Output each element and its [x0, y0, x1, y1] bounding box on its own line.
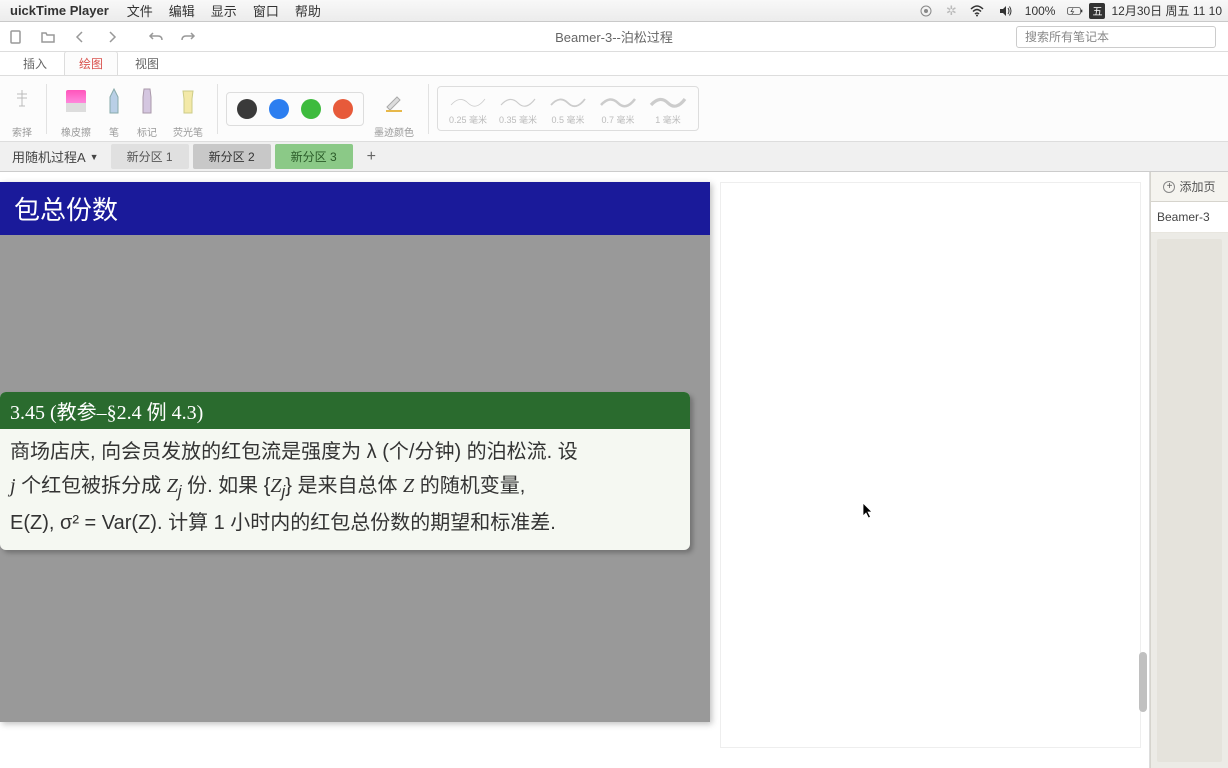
ink-color-tool[interactable]: 墨迹颜色	[368, 76, 420, 141]
input-method-icon[interactable]: 五	[1089, 3, 1105, 19]
app-toolbar: Beamer-3--泊松过程 搜索所有笔记本	[0, 22, 1228, 52]
stroke-widths: 0.25 毫米 0.35 毫米 0.5 毫米 0.7 毫米 1 毫米	[437, 86, 699, 131]
stroke-07[interactable]: 0.7 毫米	[598, 91, 638, 126]
new-icon[interactable]	[4, 25, 28, 49]
battery-icon[interactable]	[1061, 3, 1089, 19]
color-black[interactable]	[237, 99, 257, 119]
redo-icon[interactable]	[176, 25, 200, 49]
stroke-035[interactable]: 0.35 毫米	[498, 91, 538, 126]
tab-draw[interactable]: 绘图	[64, 51, 118, 75]
menu-view[interactable]: 显示	[203, 1, 245, 20]
back-icon[interactable]	[68, 25, 92, 49]
stroke-1[interactable]: 1 毫米	[648, 91, 688, 126]
eraser-tool[interactable]: 橡皮擦	[55, 76, 97, 141]
pen-tool[interactable]: 笔	[101, 76, 127, 141]
tab-insert[interactable]: 插入	[8, 51, 62, 75]
stroke-05[interactable]: 0.5 毫米	[548, 91, 588, 126]
menu-file[interactable]: 文件	[119, 1, 161, 20]
slide-title: 包总份数	[0, 182, 710, 235]
example-heading: 3.45 (教参–§2.4 例 4.3)	[0, 392, 690, 429]
color-blue[interactable]	[269, 99, 289, 119]
page-sidebar: +添加页 Beamer-3	[1150, 172, 1228, 768]
page-entry-1[interactable]: Beamer-3	[1151, 202, 1228, 233]
main-area: 包总份数 3.45 (教参–§2.4 例 4.3) 商场店庆, 向会员发放的红包…	[0, 172, 1228, 768]
app-name: uickTime Player	[0, 3, 119, 18]
example-box: 3.45 (教参–§2.4 例 4.3) 商场店庆, 向会员发放的红包流是强度为…	[0, 392, 690, 550]
search-input[interactable]: 搜索所有笔记本	[1016, 26, 1216, 48]
mac-menubar: uickTime Player 文件 编辑 显示 窗口 帮助 ✲ 100% 五 …	[0, 0, 1228, 22]
color-red[interactable]	[333, 99, 353, 119]
menu-help[interactable]: 帮助	[287, 1, 329, 20]
undo-icon[interactable]	[144, 25, 168, 49]
add-page-button[interactable]: +添加页	[1151, 172, 1228, 202]
slide: 包总份数 3.45 (教参–§2.4 例 4.3) 商场店庆, 向会员发放的红包…	[0, 182, 710, 722]
canvas[interactable]: 包总份数 3.45 (教参–§2.4 例 4.3) 商场店庆, 向会员发放的红包…	[0, 172, 1150, 768]
scrollbar-thumb[interactable]	[1139, 652, 1147, 712]
document-title: Beamer-3--泊松过程	[555, 27, 673, 46]
color-swatches	[226, 92, 364, 126]
marker-tool[interactable]: 标记	[131, 76, 163, 141]
tab-view[interactable]: 视图	[120, 51, 174, 75]
volume-icon[interactable]	[991, 3, 1019, 19]
open-icon[interactable]	[36, 25, 60, 49]
color-green[interactable]	[301, 99, 321, 119]
wifi-icon[interactable]	[963, 3, 991, 19]
ribbon-tabs: 插入 绘图 视图	[0, 52, 1228, 76]
blank-page[interactable]	[720, 182, 1141, 748]
example-body: 商场店庆, 向会员发放的红包流是强度为 λ (个/分钟) 的泊松流. 设 j 个…	[0, 429, 690, 550]
stroke-025[interactable]: 0.25 毫米	[448, 91, 488, 126]
record-icon[interactable]	[912, 3, 940, 19]
datetime[interactable]: 12月30日 周五 11 10	[1105, 2, 1228, 19]
notebook-selector[interactable]: 用随机过程A▼	[4, 147, 107, 166]
section-tab-1[interactable]: 新分区 1	[111, 144, 189, 169]
notebook-tabs: 用随机过程A▼ 新分区 1 新分区 2 新分区 3 +	[0, 142, 1228, 172]
ribbon: 索择 橡皮擦 笔 标记 荧光笔 墨迹颜色 0.25 毫米 0.35 毫米 0.5…	[0, 76, 1228, 142]
add-section-button[interactable]: +	[357, 146, 386, 168]
forward-icon[interactable]	[100, 25, 124, 49]
menu-window[interactable]: 窗口	[245, 1, 287, 20]
section-tab-3[interactable]: 新分区 3	[275, 144, 353, 169]
lasso-tool[interactable]: 索择	[6, 76, 38, 141]
bluetooth-icon[interactable]: ✲	[940, 3, 963, 19]
menu-edit[interactable]: 编辑	[161, 1, 203, 20]
page-thumbnail[interactable]	[1157, 239, 1222, 762]
battery-percent: 100%	[1019, 4, 1062, 18]
section-tab-2[interactable]: 新分区 2	[193, 144, 271, 169]
highlighter-tool[interactable]: 荧光笔	[167, 76, 209, 141]
